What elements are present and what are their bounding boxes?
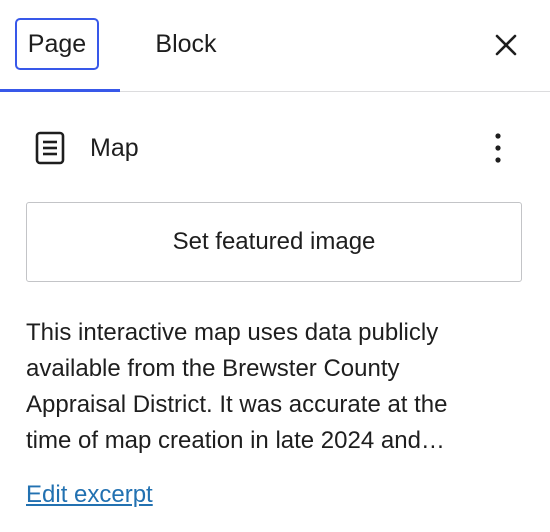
edit-excerpt-link[interactable]: Edit excerpt <box>26 478 153 512</box>
tab-page[interactable]: Page <box>15 18 99 70</box>
excerpt-line: available from the Brewster County <box>26 355 400 382</box>
active-tab-indicator <box>0 89 120 92</box>
tab-block-label: Block <box>155 29 217 58</box>
excerpt-line: Appraisal District. It was accurate at t… <box>26 391 448 418</box>
page-document-icon <box>35 131 65 165</box>
post-excerpt: This interactive map uses data publicly … <box>26 315 526 459</box>
set-featured-image-button[interactable]: Set featured image <box>26 202 522 282</box>
sidebar-tabs: Page Block <box>0 0 550 92</box>
excerpt-line: time of map creation in late 2024 and… <box>26 427 445 454</box>
more-vertical-icon <box>495 133 501 163</box>
close-icon <box>495 34 517 56</box>
tab-block[interactable]: Block <box>134 18 238 70</box>
excerpt-line: This interactive map uses data publicly <box>26 319 439 346</box>
tab-page-label: Page <box>27 29 87 58</box>
close-sidebar-button[interactable] <box>486 25 526 65</box>
post-options-button[interactable] <box>478 124 518 172</box>
post-summary-row: Map <box>0 120 550 176</box>
post-title: Map <box>90 134 139 162</box>
